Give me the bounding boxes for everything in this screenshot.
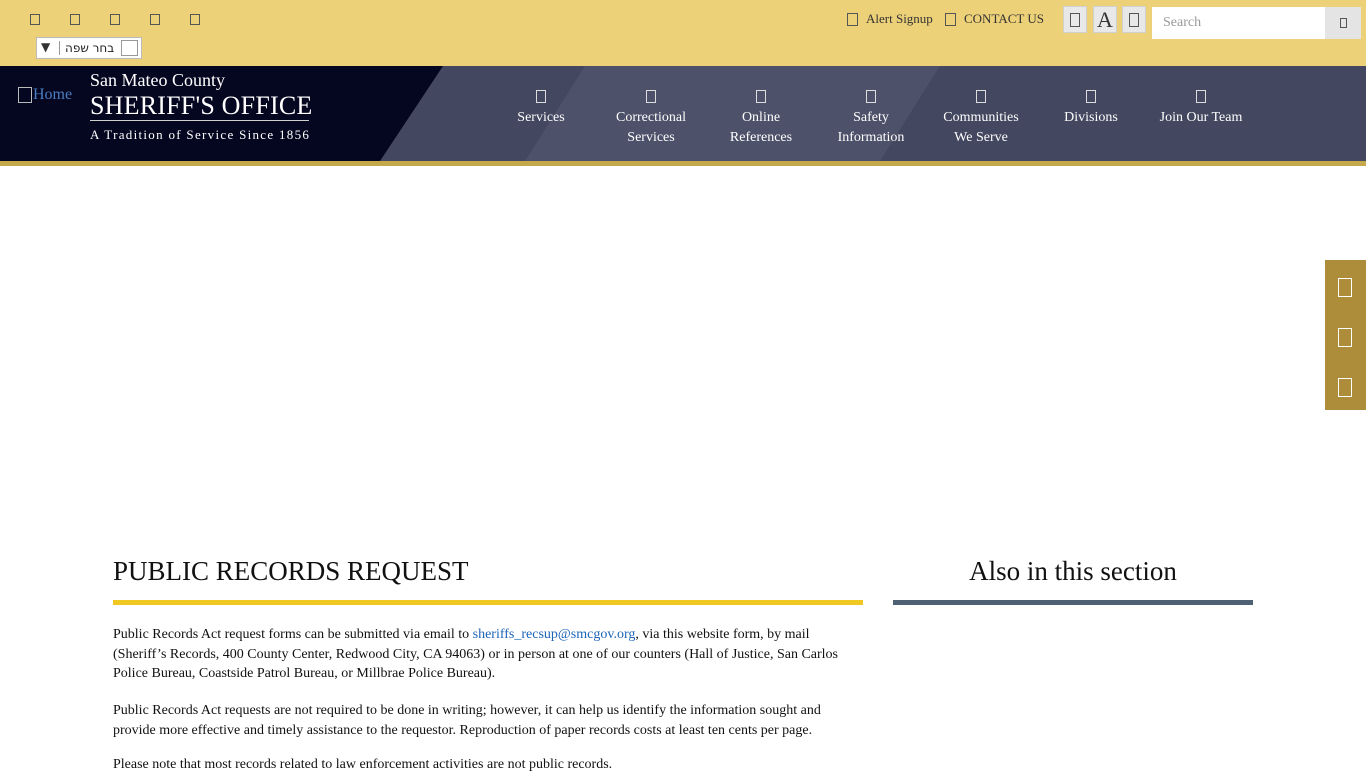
sidebar-underline (893, 600, 1253, 605)
envelope-icon (945, 12, 956, 26)
chevron-down-icon: ▼ (41, 40, 51, 54)
floating-quick-links (1325, 260, 1366, 410)
broken-image-icon (18, 87, 32, 103)
quick-link-map-icon[interactable] (1338, 328, 1352, 347)
jail-icon (646, 90, 656, 103)
nav-safety-information[interactable]: Safety Information (821, 88, 921, 148)
office-name: SHERIFF'S OFFICE (90, 91, 313, 120)
nav-label-line2: We Serve (954, 130, 1008, 145)
search-button[interactable] (1325, 7, 1361, 39)
quick-link-share-icon[interactable] (1338, 378, 1352, 397)
nav-label: Join Our Team (1159, 110, 1243, 125)
sidebar-title: Also in this section (969, 556, 1177, 586)
alert-signup-label: Alert Signup (866, 11, 933, 26)
nav-label: Services (517, 110, 565, 125)
community-icon (976, 90, 986, 103)
nav-label-line2: Services (627, 130, 675, 145)
writing-paragraph: Public Records Act requests are not requ… (113, 703, 821, 738)
social-twitter-icon[interactable] (70, 14, 80, 25)
google-translate-icon (121, 40, 138, 56)
county-name: San Mateo County (90, 70, 225, 90)
home-logo-alt: Home (33, 86, 73, 103)
sitemap-icon (1086, 90, 1096, 103)
title-divider (90, 120, 309, 121)
social-facebook-icon[interactable] (30, 14, 40, 25)
tagline: A Tradition of Service Since 1856 (90, 127, 311, 142)
nav-label: Safety (853, 110, 889, 125)
book-icon (756, 90, 766, 103)
nav-label: Online (741, 110, 781, 125)
site-header: Home San Mateo County SHERIFF'S OFFICE A… (0, 66, 1366, 161)
search-input[interactable] (1152, 7, 1325, 39)
shield-icon (866, 90, 876, 103)
font-decrease-button[interactable] (1063, 6, 1087, 33)
nav-label: Communities (943, 110, 1019, 125)
font-size-icon: A (1097, 6, 1113, 32)
records-email-link[interactable]: sheriffs_recsup@smcgov.org (473, 627, 636, 642)
nav-divisions[interactable]: Divisions (1041, 88, 1141, 128)
contact-us-link[interactable]: CONTACT US (945, 11, 1044, 27)
alert-signup-link[interactable]: Alert Signup (847, 11, 933, 27)
font-reset-button[interactable]: A (1093, 6, 1117, 33)
contact-us-label: CONTACT US (964, 11, 1044, 26)
language-label: בחר שפה (65, 41, 115, 55)
bell-icon (847, 12, 858, 26)
services-icon (536, 90, 546, 103)
nav-label: Correctional (616, 110, 686, 125)
intro-paragraph: Public Records Act request forms can be … (113, 625, 863, 684)
search-icon (1339, 18, 1347, 28)
intro-text-before: Public Records Act request forms can be … (113, 627, 473, 642)
nav-online-references[interactable]: Online References (711, 88, 811, 148)
utility-bar: ▼ בחר שפה Alert Signup CONTACT US A (0, 0, 1366, 66)
quick-link-phone-icon[interactable] (1338, 278, 1352, 297)
font-decrease-icon (1070, 12, 1080, 27)
nav-join-our-team[interactable]: Join Our Team (1151, 88, 1251, 128)
nav-communities-we-serve[interactable]: Communities We Serve (931, 88, 1031, 148)
nav-label: Divisions (1064, 110, 1118, 125)
badge-icon (1196, 90, 1206, 103)
social-youtube-icon[interactable] (150, 14, 160, 25)
social-nextdoor-icon[interactable] (190, 14, 200, 25)
title-underline (113, 600, 863, 605)
page-title: PUBLIC RECORDS REQUEST (113, 556, 469, 586)
font-increase-button[interactable] (1122, 6, 1146, 33)
language-selector[interactable]: ▼ בחר שפה (36, 37, 142, 59)
header-gold-strip (0, 161, 1366, 166)
nav-label-line2: Information (837, 130, 905, 145)
font-increase-icon (1129, 12, 1139, 27)
nav-label-line2: References (729, 130, 793, 145)
nav-services[interactable]: Services (491, 88, 591, 128)
home-logo-link[interactable]: Home (18, 86, 72, 104)
law-enforcement-paragraph: Please note that most records related to… (113, 757, 613, 772)
divider (59, 41, 60, 55)
nav-correctional-services[interactable]: Correctional Services (601, 88, 701, 148)
social-instagram-icon[interactable] (110, 14, 120, 25)
